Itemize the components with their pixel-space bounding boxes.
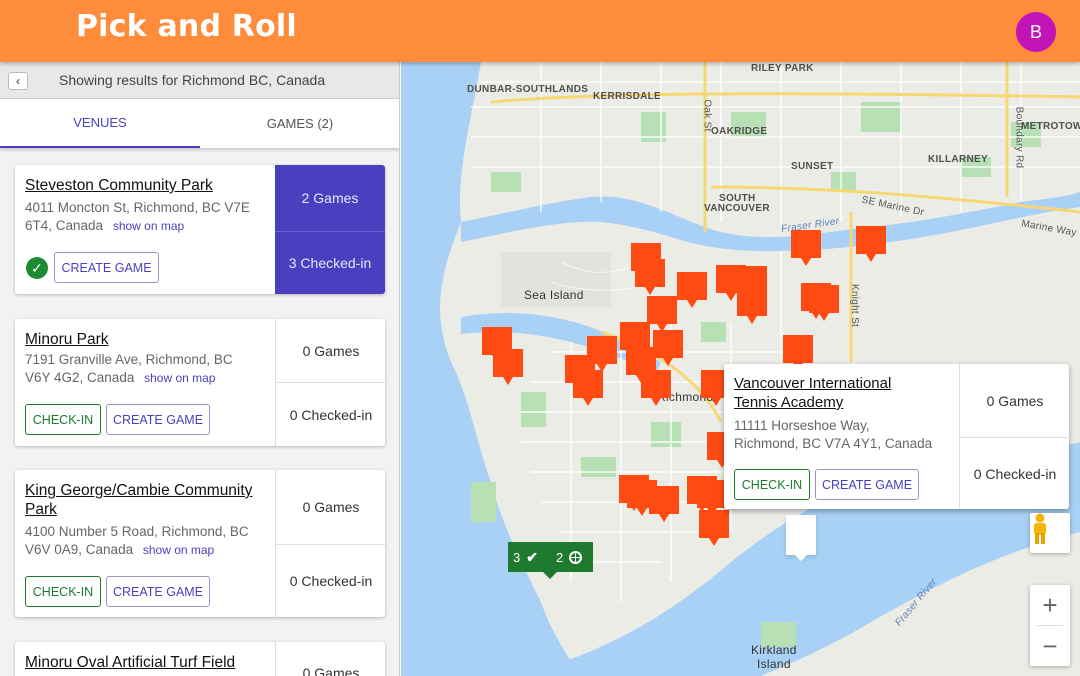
venue-stats: 0 Games: [275, 642, 385, 676]
street-view-pegman[interactable]: [1030, 513, 1070, 553]
venue-name-link[interactable]: Minoru Park: [25, 330, 269, 349]
top-app-bar: Pick and Roll B: [0, 0, 1080, 62]
popup-anchor: [786, 515, 816, 555]
venue-marker[interactable]: [635, 259, 665, 295]
venue-marker[interactable]: [699, 510, 729, 546]
zoom-controls: + −: [1030, 585, 1070, 666]
pegman-icon: [1034, 513, 1046, 544]
popup-venue-name-link[interactable]: Vancouver International Tennis Academy: [734, 374, 954, 412]
create-game-button[interactable]: CREATE GAME: [106, 576, 210, 607]
games-count[interactable]: 0 Games: [276, 656, 385, 676]
back-button[interactable]: ‹: [8, 72, 28, 90]
popup-anchor-tip: [791, 551, 811, 561]
venue-stats: 0 Games 0 Checked-in: [275, 470, 385, 617]
popup-games-count[interactable]: 0 Games: [960, 364, 1070, 437]
popup-address-line2: Richmond, BC V7A 4Y1, Canada: [734, 436, 933, 451]
games-count[interactable]: 0 Games: [276, 319, 385, 382]
popup-venue-name-line2: Tennis Academy: [734, 394, 844, 411]
venue-card: Minoru Oval Artificial Turf Field 0 Game…: [15, 642, 385, 676]
results-bar: ‹ Showing results for Richmond BC, Canad…: [0, 62, 399, 99]
venue-address-line2: 6T4, Canada: [25, 218, 104, 233]
venue-stats: 2 Games 3 Checked-in: [275, 165, 385, 294]
popup-check-in-button[interactable]: CHECK-IN: [734, 469, 810, 500]
venue-info: Minoru Park 7191 Granville Ave, Richmond…: [15, 319, 275, 446]
venue-address: 7191 Granville Ave, Richmond, BC V6Y 4G2…: [25, 351, 271, 387]
venue-address-line1: 4011 Moncton St, Richmond, BC V7E: [25, 200, 250, 215]
venue-address: 4100 Number 5 Road, Richmond, BC V6V 0A9…: [25, 523, 271, 559]
venue-address-line1: 7191 Granville Ave, Richmond, BC: [25, 352, 233, 367]
show-on-map-link[interactable]: show on map: [113, 219, 184, 233]
chevron-left-icon: ‹: [16, 74, 20, 88]
basketball-icon: [569, 550, 583, 564]
tab-venues[interactable]: VENUES: [0, 99, 200, 148]
cluster-games-count: 2: [555, 549, 564, 565]
create-game-button[interactable]: CREATE GAME: [106, 404, 210, 435]
checked-in-count[interactable]: 0 Checked-in: [276, 545, 385, 617]
venue-address-line2: V6V 0A9, Canada: [25, 542, 134, 557]
venue-marker[interactable]: [791, 230, 821, 266]
tab-games[interactable]: GAMES (2): [200, 99, 399, 148]
venue-marker[interactable]: [573, 370, 603, 406]
tab-bar: VENUES GAMES (2): [0, 99, 399, 148]
check-in-button[interactable]: CHECK-IN: [25, 404, 101, 435]
cluster-checked-in-count: 3: [513, 549, 521, 565]
show-on-map-link[interactable]: show on map: [143, 543, 214, 557]
app-title[interactable]: Pick and Roll: [76, 9, 297, 44]
venue-stats: 0 Games 0 Checked-in: [275, 319, 385, 446]
map-view[interactable]: RILEY PARK DUNBAR-SOUTHLANDS KERRISDALE …: [401, 62, 1080, 676]
checked-in-icon: ✓: [26, 257, 48, 279]
venue-name-line2: Park: [25, 501, 57, 518]
popup-create-game-button[interactable]: CREATE GAME: [815, 469, 919, 500]
venue-info: Minoru Oval Artificial Turf Field: [15, 642, 275, 676]
check-icon: ✔: [526, 548, 538, 565]
venue-card: King George/Cambie Community Park 4100 N…: [15, 470, 385, 617]
results-text: Showing results for Richmond BC, Canada: [59, 72, 326, 88]
create-game-button[interactable]: CREATE GAME: [54, 252, 159, 283]
venue-marker[interactable]: [737, 288, 767, 324]
venue-info: Steveston Community Park 4011 Moncton St…: [15, 165, 275, 294]
venue-marker[interactable]: [649, 486, 679, 522]
checked-in-cluster-marker[interactable]: 3 ✔ 2: [508, 542, 593, 572]
venue-marker[interactable]: [677, 272, 707, 308]
venue-name-link[interactable]: Steveston Community Park: [25, 176, 269, 195]
venue-marker[interactable]: [641, 370, 671, 406]
checked-in-count[interactable]: 3 Checked-in: [275, 232, 385, 294]
popup-address-line1: 11111 Horseshoe Way,: [734, 418, 870, 433]
venue-address-line2: V6Y 4G2, Canada: [25, 370, 135, 385]
venue-name-link[interactable]: Minoru Oval Artificial Turf Field: [25, 653, 269, 672]
venue-card: Steveston Community Park 4011 Moncton St…: [15, 165, 385, 294]
venue-info-popup: Vancouver International Tennis Academy 1…: [724, 364, 1070, 509]
popup-venue-name-line1: Vancouver International: [734, 375, 892, 392]
venue-marker[interactable]: [856, 226, 886, 262]
cluster-marker-tail: [542, 571, 558, 579]
venue-name-link[interactable]: King George/Cambie Community Park: [25, 481, 269, 519]
popup-venue-address: 11111 Horseshoe Way, Richmond, BC V7A 4Y…: [734, 417, 956, 453]
venue-address: 4011 Moncton St, Richmond, BC V7E 6T4, C…: [25, 199, 271, 235]
popup-venue-stats: 0 Games 0 Checked-in: [959, 364, 1070, 509]
venue-marker[interactable]: [653, 330, 683, 366]
zoom-out-button[interactable]: −: [1030, 626, 1070, 666]
zoom-in-button[interactable]: +: [1030, 585, 1070, 625]
popup-checked-in-count[interactable]: 0 Checked-in: [960, 438, 1070, 509]
venue-marker[interactable]: [647, 296, 677, 332]
checked-in-count[interactable]: 0 Checked-in: [276, 383, 385, 446]
venue-card: Minoru Park 7191 Granville Ave, Richmond…: [15, 319, 385, 446]
games-count[interactable]: 2 Games: [275, 165, 385, 231]
check-in-button[interactable]: CHECK-IN: [25, 576, 101, 607]
show-on-map-link[interactable]: show on map: [144, 371, 215, 385]
games-count[interactable]: 0 Games: [276, 470, 385, 544]
venue-marker[interactable]: [493, 349, 523, 385]
venue-address-line1: 4100 Number 5 Road, Richmond, BC: [25, 524, 249, 539]
venue-name-line1: King George/Cambie Community: [25, 482, 253, 499]
venue-sidebar[interactable]: ‹ Showing results for Richmond BC, Canad…: [0, 62, 400, 676]
user-avatar[interactable]: B: [1016, 12, 1056, 52]
venue-marker[interactable]: [809, 285, 839, 321]
venue-info: King George/Cambie Community Park 4100 N…: [15, 470, 275, 617]
